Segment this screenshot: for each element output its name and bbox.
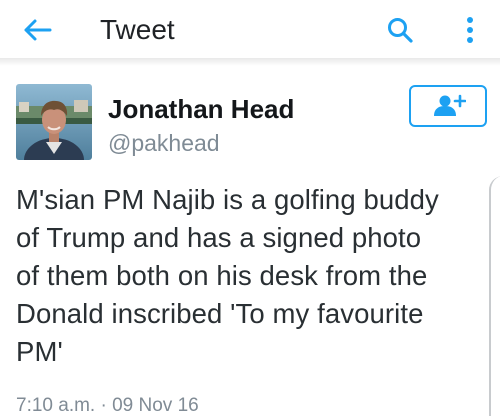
- tweet-text-line: Donald inscribed 'To my favourite: [16, 298, 424, 329]
- app-bar-shadow: [0, 58, 500, 66]
- more-options-button[interactable]: [450, 10, 490, 50]
- follow-user-icon: [434, 94, 466, 116]
- tweet-text-line: of Trump and has a signed photo: [16, 222, 422, 253]
- author-name[interactable]: Jonathan Head: [108, 93, 294, 125]
- page-title: Tweet: [100, 14, 175, 45]
- follow-button[interactable]: [409, 85, 487, 127]
- tweet-text: M'sian PM Najib is a golfing buddy of Tr…: [16, 181, 486, 371]
- tweet-screen: Tweet Jonathan Head @pakhead M'sian PM N…: [0, 0, 500, 416]
- tweet-text-line: PM': [16, 336, 63, 367]
- app-bar: Tweet: [0, 0, 500, 58]
- search-button[interactable]: [382, 12, 418, 48]
- arrow-left-icon: [24, 19, 52, 41]
- search-icon: [388, 18, 413, 43]
- tweet-card: Jonathan Head @pakhead M'sian PM Najib i…: [0, 66, 500, 416]
- tweet-text-line: M'sian PM Najib is a golfing buddy: [16, 184, 439, 215]
- tweet-text-line: of them both on his desk from the: [16, 260, 428, 291]
- author-handle[interactable]: @pakhead: [108, 129, 220, 157]
- back-button[interactable]: [18, 12, 56, 48]
- tweet-timestamp: 7:10 a.m. · 09 Nov 16: [16, 395, 199, 416]
- avatar[interactable]: [16, 84, 92, 160]
- card-edge: [489, 176, 500, 416]
- avatar-photo: [16, 84, 92, 160]
- more-vertical-icon: [467, 17, 473, 43]
